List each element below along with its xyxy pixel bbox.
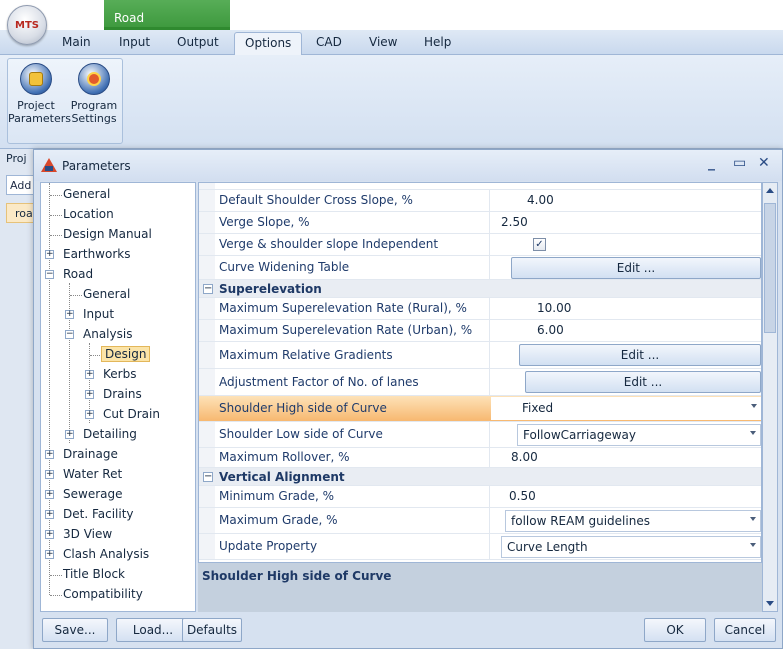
expand-icon[interactable]: +	[45, 250, 54, 259]
chevron-down-icon[interactable]	[750, 517, 756, 521]
expand-icon[interactable]: +	[45, 470, 54, 479]
grid-row-curve-widening-table[interactable]: Curve Widening Table Edit ...	[199, 256, 761, 280]
project-panel-label: Proj	[6, 152, 27, 165]
collapse-icon[interactable]: −	[65, 330, 74, 339]
grid-row-max-superelevation-urban[interactable]: Maximum Superelevation Rate (Urban), % 6…	[199, 320, 761, 342]
tab-cad[interactable]: CAD	[316, 35, 342, 49]
grid-row-update-property[interactable]: Update Property Curve Length	[199, 534, 761, 560]
update-property-select[interactable]: Curve Length	[501, 536, 761, 558]
value-verge-slope[interactable]: 2.50	[501, 215, 528, 229]
expand-icon[interactable]: +	[45, 510, 54, 519]
grid-row-shoulder-low-side[interactable]: Shoulder Low side of Curve FollowCarriag…	[199, 422, 761, 448]
app-logo-icon: MTS	[15, 19, 39, 31]
add-button[interactable]: Add	[6, 175, 36, 195]
value-default-shoulder-cross-slope[interactable]: 4.00	[527, 193, 554, 207]
context-tab-road[interactable]: Road	[104, 0, 230, 30]
collapse-icon[interactable]: −	[45, 270, 54, 279]
value-max-superelevation-urban[interactable]: 6.00	[537, 323, 564, 337]
grid-row-maximum-grade[interactable]: Maximum Grade, % follow REAM guidelines	[199, 508, 761, 534]
project-parameters-icon	[20, 63, 52, 95]
program-settings-button[interactable]: Program Settings	[66, 63, 122, 125]
project-parameters-label-1: Project	[17, 99, 55, 112]
expand-icon[interactable]: +	[65, 310, 74, 319]
ribbon-group-options: Project Parameters Program Settings	[7, 58, 123, 144]
category-superelevation[interactable]: − Superelevation	[199, 280, 761, 298]
scroll-up-icon[interactable]	[766, 188, 774, 193]
grid-row-default-shoulder-cross-slope[interactable]: Default Shoulder Cross Slope, % 4.00	[199, 190, 761, 212]
grid-row-adjustment-factor-lanes[interactable]: Adjustment Factor of No. of lanes Edit .…	[199, 369, 761, 396]
grid-row-max-rollover[interactable]: Maximum Rollover, % 8.00	[199, 448, 761, 468]
value-minimum-grade[interactable]: 0.50	[509, 489, 536, 503]
road-item[interactable]: roa	[6, 203, 36, 223]
expand-icon[interactable]: +	[85, 390, 94, 399]
expand-icon[interactable]: +	[45, 550, 54, 559]
collapse-icon[interactable]: −	[203, 284, 213, 294]
tab-main[interactable]: Main	[62, 35, 91, 49]
tab-output[interactable]: Output	[177, 35, 219, 49]
expand-icon[interactable]: +	[85, 370, 94, 379]
title-bar: Road	[0, 0, 783, 30]
vertical-scrollbar[interactable]	[762, 182, 778, 612]
value-max-superelevation-rural[interactable]: 10.00	[537, 301, 571, 315]
expand-icon[interactable]: +	[45, 450, 54, 459]
program-settings-label-1: Program	[70, 99, 118, 112]
grid-row-minimum-grade[interactable]: Minimum Grade, % 0.50	[199, 486, 761, 508]
curve-widening-edit-button[interactable]: Edit ...	[511, 257, 761, 279]
expand-icon[interactable]: +	[45, 530, 54, 539]
project-parameters-button[interactable]: Project Parameters	[8, 63, 71, 125]
app-logo-icon	[41, 158, 57, 172]
category-vertical-alignment[interactable]: − Vertical Alignment	[199, 468, 761, 486]
grid-row-partial	[199, 183, 761, 190]
ok-button[interactable]: OK	[644, 618, 706, 642]
collapse-icon[interactable]: −	[203, 472, 213, 482]
cancel-button[interactable]: Cancel	[714, 618, 776, 642]
defaults-button[interactable]: Defaults	[182, 618, 242, 642]
property-grid: Default Shoulder Cross Slope, % 4.00 Ver…	[198, 182, 762, 612]
dialog-title: Parameters	[62, 159, 131, 173]
ribbon-tab-row: Main Input Output Options CAD View Help	[0, 30, 783, 56]
grid-row-max-superelevation-rural[interactable]: Maximum Superelevation Rate (Rural), % 1…	[199, 298, 761, 320]
verge-shoulder-independent-checkbox[interactable]: ✓	[533, 238, 546, 251]
expand-icon[interactable]: +	[65, 430, 74, 439]
scrollbar-thumb[interactable]	[764, 203, 776, 333]
program-settings-gear-icon	[78, 63, 110, 95]
grid-row-verge-shoulder-independent[interactable]: Verge & shoulder slope Independent ✓	[199, 234, 761, 256]
property-description-title: Shoulder High side of Curve	[202, 569, 392, 583]
save-button[interactable]: Save...	[42, 618, 108, 642]
chevron-down-icon[interactable]	[750, 431, 756, 435]
tab-help[interactable]: Help	[424, 35, 451, 49]
grid-row-shoulder-high-side[interactable]: Shoulder High side of Curve Fixed	[199, 396, 761, 422]
tab-input[interactable]: Input	[119, 35, 150, 49]
category-tree: General Location Design Manual + Earthwo…	[40, 182, 196, 612]
grid-row-verge-slope[interactable]: Verge Slope, % 2.50	[199, 212, 761, 234]
grid-row-max-relative-gradients[interactable]: Maximum Relative Gradients Edit ...	[199, 342, 761, 369]
expand-icon[interactable]: +	[45, 490, 54, 499]
tab-options[interactable]: Options	[234, 32, 303, 56]
shoulder-low-side-select[interactable]: FollowCarriageway	[517, 424, 761, 446]
load-button[interactable]: Load...	[116, 618, 190, 642]
app-menu-button[interactable]: MTS	[7, 5, 47, 45]
shoulder-high-side-select[interactable]: Fixed	[517, 398, 761, 420]
project-parameters-label-2: Parameters	[8, 112, 71, 125]
maximum-grade-select[interactable]: follow REAM guidelines	[505, 510, 761, 532]
chevron-down-icon[interactable]	[750, 543, 756, 547]
scroll-down-icon[interactable]	[766, 601, 774, 606]
close-icon[interactable]: ✕	[758, 155, 770, 171]
value-max-rollover[interactable]: 8.00	[511, 450, 538, 464]
program-settings-label-2: Settings	[71, 112, 117, 125]
parameters-dialog: Parameters _ ▭ ✕ General Location Design…	[33, 149, 783, 649]
tab-view[interactable]: View	[369, 35, 397, 49]
chevron-down-icon[interactable]	[751, 404, 757, 408]
property-description-panel: Shoulder High side of Curve	[198, 562, 762, 612]
max-relative-gradients-edit-button[interactable]: Edit ...	[519, 344, 761, 366]
dialog-title-bar[interactable]: Parameters _ ▭ ✕	[34, 150, 782, 181]
expand-icon[interactable]: +	[85, 410, 94, 419]
ribbon-panel: Project Parameters Program Settings	[0, 55, 783, 149]
adjustment-factor-edit-button[interactable]: Edit ...	[525, 371, 761, 393]
maximize-icon[interactable]: ▭	[733, 155, 746, 171]
minimize-icon[interactable]: _	[708, 155, 715, 171]
